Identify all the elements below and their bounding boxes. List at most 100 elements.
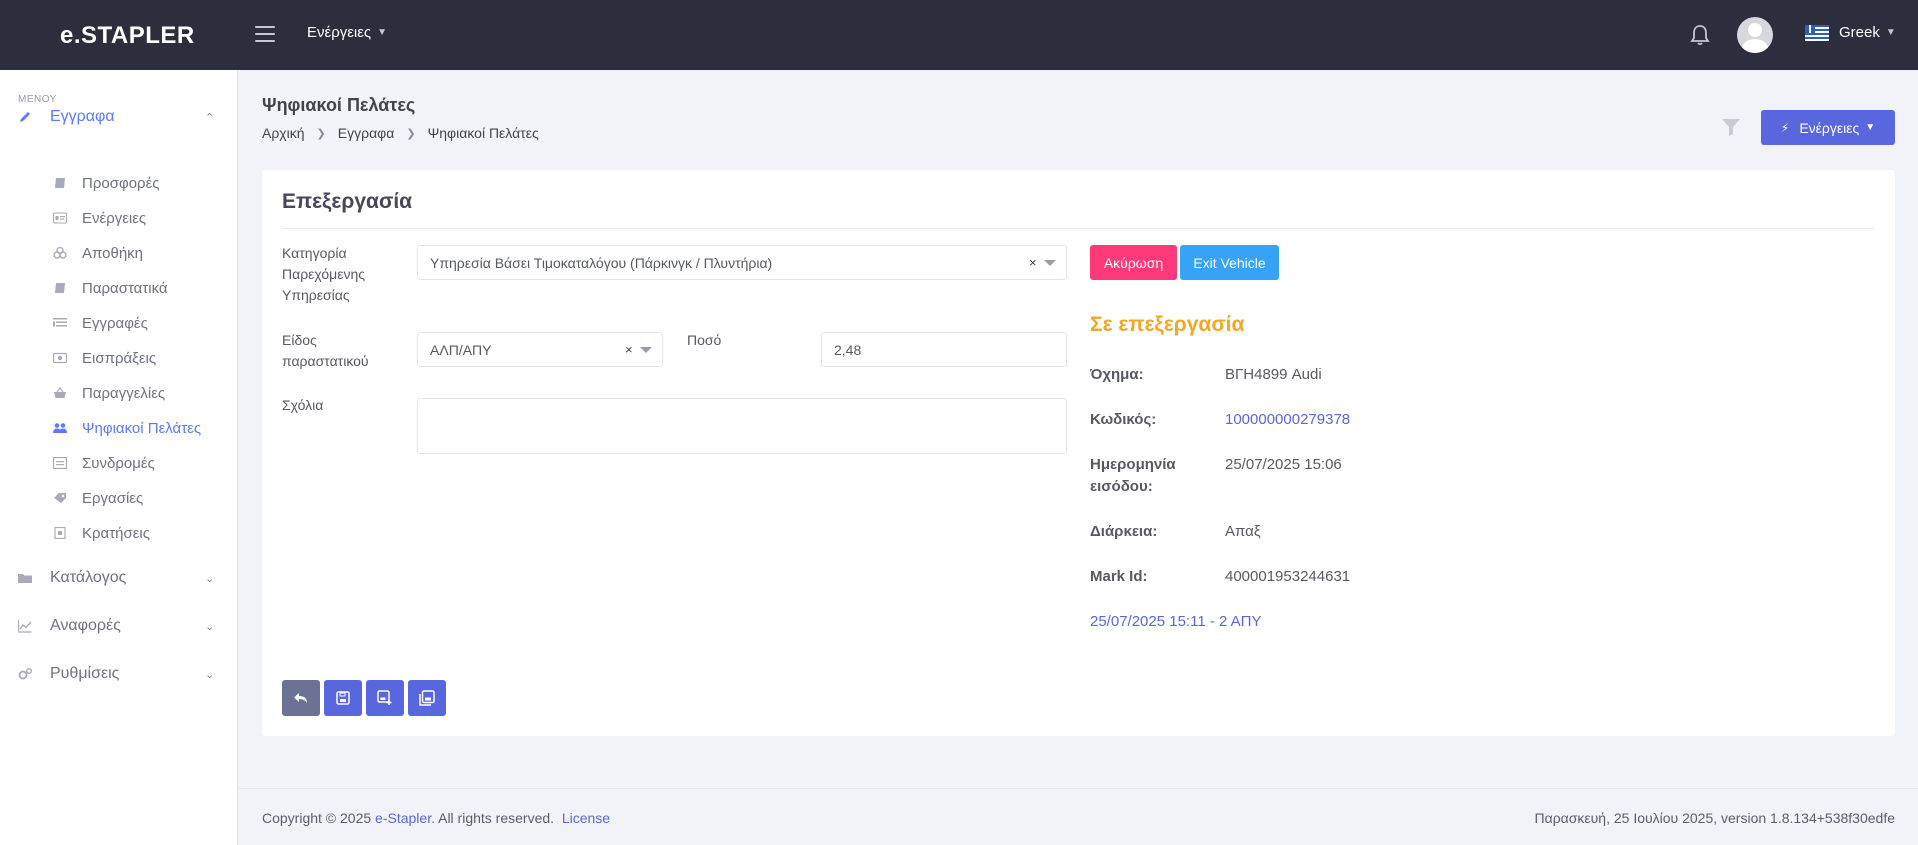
- book-icon: [55, 283, 65, 293]
- back-icon: [294, 693, 307, 703]
- sidebar-item-label: Παραγγελίες: [82, 384, 166, 402]
- doc-type-select[interactable]: ΑΛΠ/ΑΠΥ ×: [417, 332, 663, 367]
- sidebar-item-receipts[interactable]: Εισπράξεις: [0, 343, 238, 373]
- bell-icon[interactable]: [1690, 24, 1710, 46]
- sidebar-item-label: Κρατήσεις: [82, 524, 150, 542]
- entry-date-label-line: Ημερομηνία: [1090, 456, 1176, 473]
- language-label: Greek: [1839, 24, 1880, 41]
- save-icon: [336, 691, 350, 705]
- money-icon: [53, 352, 67, 364]
- sidebar-section-settings[interactable]: Ρυθμίσεις ⌄: [0, 656, 238, 692]
- language-selector[interactable]: Greek ▼: [1805, 24, 1896, 41]
- clear-icon[interactable]: ×: [1029, 255, 1037, 270]
- chart-line-icon: [18, 620, 32, 633]
- exit-vehicle-button[interactable]: Exit Vehicle: [1180, 245, 1279, 280]
- doc-type-select-value: ΑΛΠ/ΑΠΥ: [430, 341, 492, 358]
- sidebar-item-digital-customers[interactable]: Ψηφιακοί Πελάτες: [0, 413, 238, 443]
- entry-date-label-line: εισόδου:: [1090, 478, 1153, 495]
- avatar[interactable]: [1737, 17, 1773, 53]
- breadcrumb-documents[interactable]: Εγγραφα: [338, 125, 395, 141]
- entry-date-label: Ημερομηνία εισόδου:: [1090, 454, 1176, 498]
- sidebar-item-subscriptions[interactable]: Συνδρομές: [0, 448, 238, 478]
- top-actions-menu[interactable]: Ενέργειες ▼: [307, 24, 387, 41]
- cancel-button[interactable]: Ακύρωση: [1090, 245, 1177, 280]
- entry-date-value: 25/07/2025 15:06: [1225, 456, 1342, 473]
- sidebar-item-entries[interactable]: Εγγραφές: [0, 308, 238, 338]
- sidebar-item-documents[interactable]: Παραστατικά: [0, 273, 238, 303]
- logo[interactable]: e.STAPLER: [60, 22, 195, 50]
- edit-card: Επεξεργασία Κατηγορία Παρεχόμενης Υπηρεσ…: [262, 170, 1895, 736]
- card-title: Επεξεργασία: [282, 190, 413, 213]
- sidebar-section-catalog[interactable]: Κατάλογος ⌄: [0, 560, 238, 596]
- category-label-line: Υπηρεσίας: [282, 287, 350, 303]
- rights-text: All rights reserved.: [438, 810, 555, 826]
- page-title: Ψηφιακοί Πελάτες: [262, 95, 416, 115]
- sidebar-item-orders[interactable]: Παραγγελίες: [0, 378, 238, 408]
- comments-textarea[interactable]: [417, 398, 1067, 454]
- sidebar-item-label: Προσφορές: [82, 174, 160, 192]
- code-link[interactable]: 100000000279378: [1225, 411, 1350, 428]
- duration-label: Διάρκεια:: [1090, 523, 1158, 540]
- sidebar-item-label: Εργασίες: [82, 489, 144, 507]
- calendar-icon: [54, 527, 66, 539]
- category-select-value: Υπηρεσία Βάσει Τιμοκαταλόγου (Πάρκινγκ /…: [430, 254, 773, 271]
- sidebar-section-documents[interactable]: Εγγραφα ⌃: [0, 99, 238, 135]
- top-bar: e.STAPLER Ενέργειες ▼ Greek ▼: [0, 0, 1918, 70]
- sidebar-item-label: Εγγραφές: [82, 314, 148, 332]
- save-new-button[interactable]: [366, 680, 404, 716]
- sidebar-item-offers[interactable]: Προσφορές: [0, 168, 238, 198]
- footer: Copyright © 2025 e-Stapler. All rights r…: [238, 788, 1918, 845]
- save-button[interactable]: [324, 680, 362, 716]
- book-icon: [55, 178, 65, 188]
- chevron-up-icon: ⌃: [205, 111, 215, 124]
- sidebar-item-actions[interactable]: Ενέργειες: [0, 203, 238, 233]
- breadcrumb-current[interactable]: Ψηφιακοί Πελάτες: [428, 125, 539, 141]
- clear-icon[interactable]: ×: [625, 342, 633, 357]
- save-copy-button[interactable]: [408, 680, 446, 716]
- sidebar-item-label: Ψηφιακοί Πελάτες: [82, 419, 202, 437]
- chevron-down-icon: ⌄: [205, 572, 215, 585]
- list-icon: [53, 318, 67, 327]
- caret-down-icon: [640, 347, 652, 353]
- back-button[interactable]: [282, 680, 320, 716]
- sidebar: ΜΕΝΟΥ Εγγραφα ⌃ Προσφορές Ενέργειες Αποθ…: [0, 70, 238, 845]
- chevron-down-icon: ▼: [1865, 122, 1876, 133]
- top-actions-label: Ενέργειες: [307, 24, 372, 41]
- amount-label: Ποσό: [687, 332, 722, 348]
- category-label-line: Κατηγορία: [282, 245, 347, 261]
- actions-dropdown-button[interactable]: ⚡ Ενέργειες ▼: [1761, 110, 1895, 145]
- sidebar-item-label: Παραστατικά: [82, 279, 168, 297]
- amount-input[interactable]: 2,48: [821, 332, 1067, 367]
- save-new-icon: [377, 690, 392, 705]
- sidebar-section-reports[interactable]: Αναφορές ⌄: [0, 608, 238, 644]
- sidebar-section-label: Αναφορές: [50, 617, 121, 634]
- doc-type-label: Είδος παραστατικού: [282, 330, 369, 372]
- category-select[interactable]: Υπηρεσία Βάσει Τιμοκαταλόγου (Πάρκινγκ /…: [417, 245, 1067, 280]
- sidebar-item-label: Συνδρομές: [82, 454, 155, 472]
- id-card-icon: [53, 212, 67, 224]
- sidebar-item-reservations[interactable]: Κρατήσεις: [0, 518, 238, 548]
- breadcrumb-separator-icon: ❯: [406, 127, 416, 140]
- status-badge: Σε επεξεργασία: [1090, 313, 1245, 336]
- save-copy-icon: [419, 690, 435, 706]
- divider: [282, 228, 1875, 229]
- caret-down-icon: [1044, 260, 1056, 266]
- license-link[interactable]: License: [562, 810, 610, 826]
- breadcrumb: Αρχική ❯ Εγγραφα ❯ Ψηφιακοί Πελάτες: [262, 125, 539, 141]
- hamburger-menu-icon[interactable]: [255, 26, 275, 42]
- sidebar-item-label: Αποθήκη: [82, 244, 144, 262]
- breadcrumb-home[interactable]: Αρχική: [262, 125, 305, 141]
- bolt-icon: ⚡: [1780, 120, 1790, 135]
- brand-link[interactable]: e-Stapler.: [375, 810, 435, 826]
- chevron-down-icon: ⌄: [205, 620, 215, 633]
- filter-icon[interactable]: [1721, 117, 1741, 137]
- pen-icon: [20, 112, 30, 122]
- sidebar-item-tasks[interactable]: Εργασίες: [0, 483, 238, 513]
- receipt-link[interactable]: 25/07/2025 15:11 - 2 ΑΠΥ: [1090, 613, 1262, 630]
- cogs-icon: [18, 668, 32, 680]
- code-label: Κωδικός:: [1090, 411, 1157, 428]
- sidebar-item-warehouse[interactable]: Αποθήκη: [0, 238, 238, 268]
- tag-icon: [54, 493, 66, 503]
- mark-id-label: Mark Id:: [1090, 568, 1148, 585]
- comments-label: Σχόλια: [282, 397, 324, 413]
